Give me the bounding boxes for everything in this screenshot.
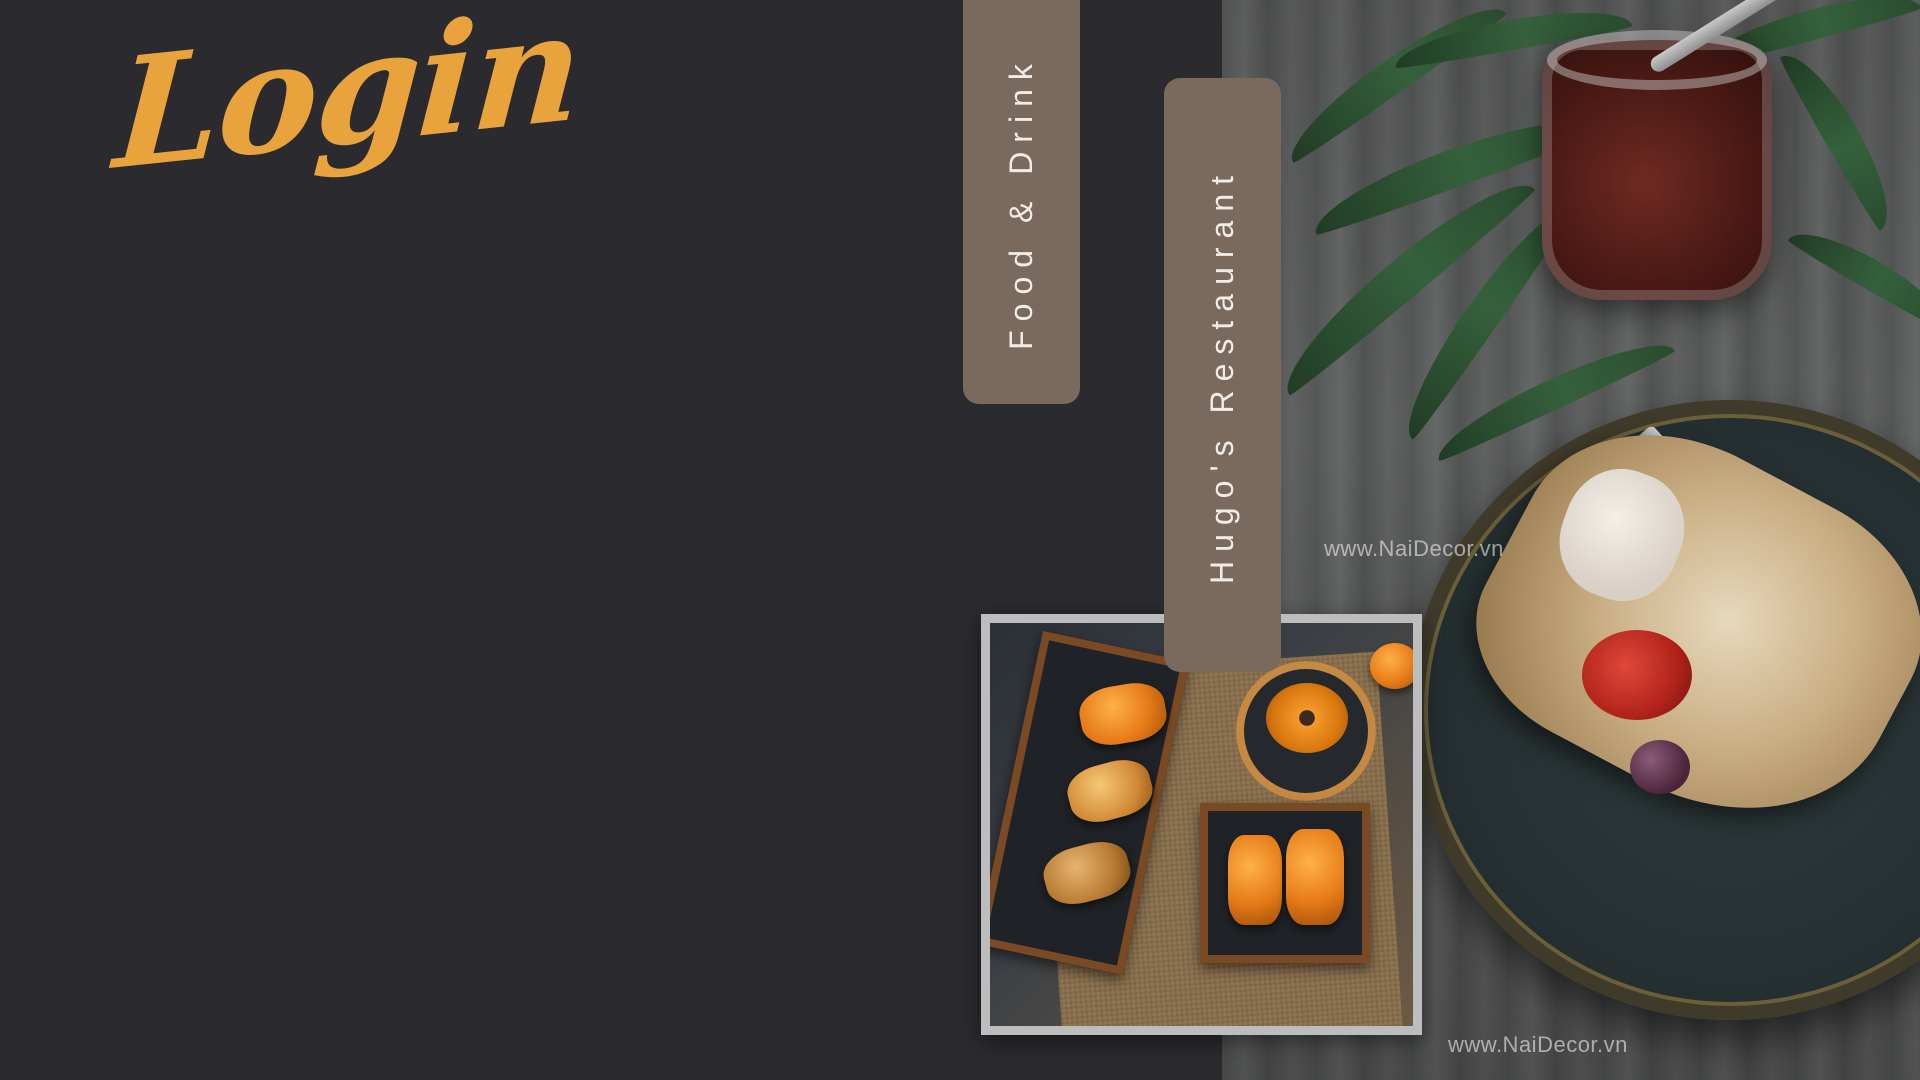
category-tag: Food & Drink (963, 0, 1080, 404)
brand-tag: Hugo's Restaurant (1164, 78, 1281, 672)
brand-tag-label: Hugo's Restaurant (1204, 166, 1240, 584)
grape (1630, 740, 1690, 794)
watermark-bottom: www.NaiDecor.vn (1448, 1032, 1628, 1057)
jam-dollop (1582, 630, 1692, 720)
slate-board-square (1200, 803, 1370, 963)
slide-title: Login (109, 0, 587, 205)
bread-loaf-right (1286, 829, 1344, 925)
slide-canvas: www.NaiDecor.vn www.NaiDecor.vn Food & D… (0, 0, 1920, 1080)
category-tag-label: Food & Drink (1003, 54, 1040, 350)
small-bun (1370, 643, 1413, 689)
pastry-photo (990, 623, 1413, 1026)
pastry-photo-frame (981, 614, 1422, 1035)
watermark-top: www.NaiDecor.vn (1324, 536, 1504, 561)
bread-loaf-left (1228, 835, 1282, 925)
donut (1266, 683, 1348, 753)
